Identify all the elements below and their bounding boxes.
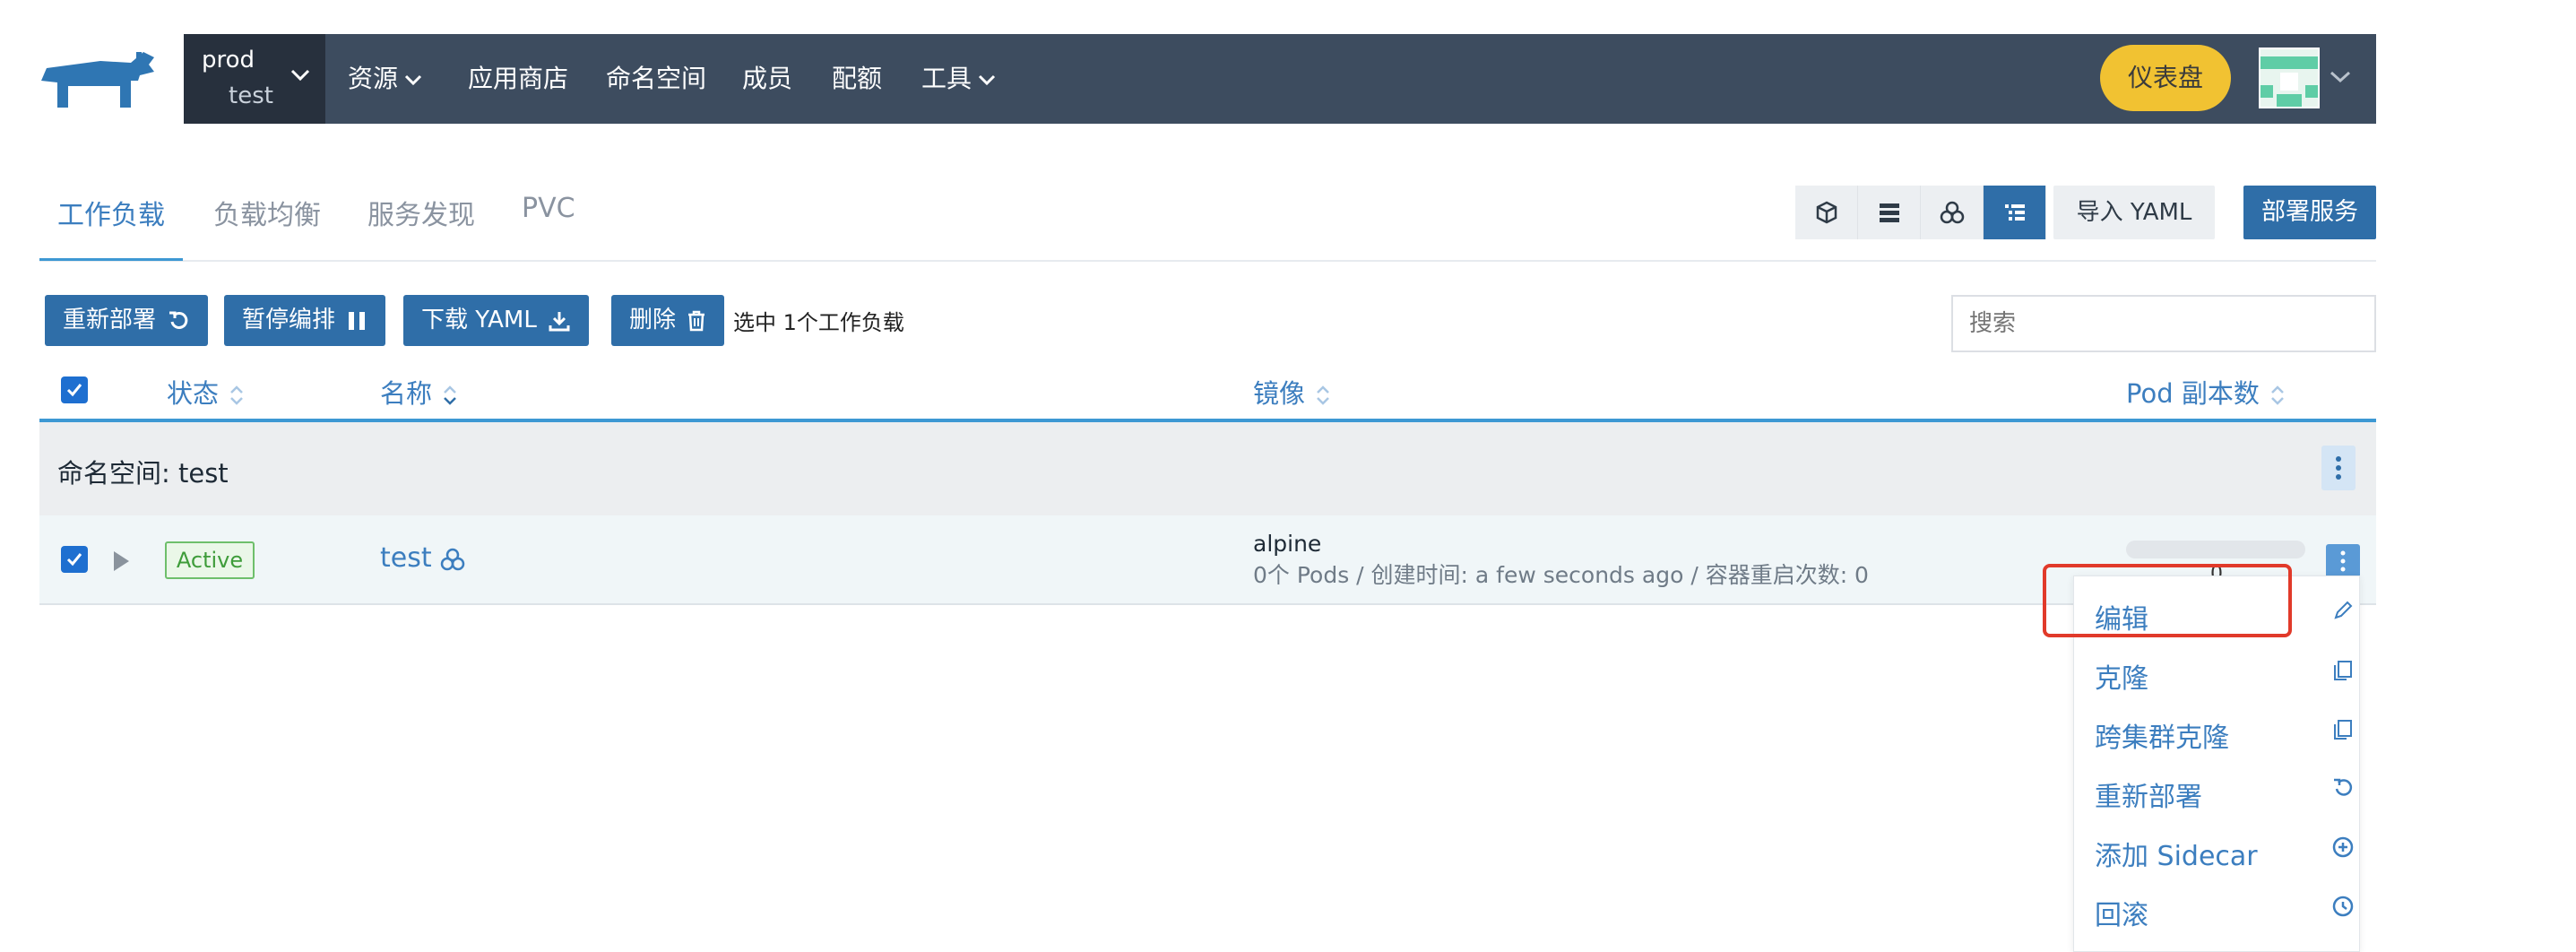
copy-icon bbox=[2334, 720, 2352, 740]
delete-button[interactable]: 删除 bbox=[611, 295, 725, 346]
download-yaml-label: 下载 YAML bbox=[421, 307, 537, 333]
plus-circle-icon bbox=[2332, 836, 2354, 858]
deploy-service-button[interactable]: 部署服务 bbox=[2243, 186, 2376, 239]
image-name: alpine bbox=[1253, 531, 1322, 557]
active-tab-indicator bbox=[39, 258, 183, 261]
column-name-label: 名称 bbox=[380, 378, 433, 409]
list-icon bbox=[2004, 204, 2025, 221]
server-icon bbox=[1879, 203, 1899, 222]
chevron-down-icon bbox=[978, 74, 996, 86]
view-list-toggle[interactable] bbox=[1984, 186, 2046, 239]
sort-icon bbox=[2270, 385, 2284, 405]
pod-progress-bar bbox=[2126, 541, 2305, 558]
rancher-logo[interactable] bbox=[38, 45, 163, 113]
more-vertical-icon bbox=[2340, 550, 2346, 572]
group-actions-button[interactable] bbox=[2321, 446, 2356, 490]
workload-name-link[interactable]: test bbox=[380, 542, 466, 574]
menu-item-add-sidecar-label: 添加 Sidecar bbox=[2095, 841, 2258, 872]
column-image-label: 镜像 bbox=[1253, 378, 1306, 409]
checkmark-icon bbox=[66, 384, 82, 397]
view-service-toggle[interactable] bbox=[1921, 186, 1984, 239]
nav-quotas[interactable]: 配额 bbox=[832, 34, 882, 124]
menu-item-rollback[interactable]: 回滚 bbox=[2095, 884, 2355, 938]
column-name[interactable]: 名称 bbox=[380, 373, 459, 411]
column-pod-replicas-label: Pod 副本数 bbox=[2126, 378, 2260, 409]
row-actions-button[interactable] bbox=[2326, 544, 2360, 578]
nav-namespaces[interactable]: 命名空间 bbox=[606, 34, 706, 124]
services-icon bbox=[440, 548, 464, 570]
trash-icon bbox=[688, 310, 705, 331]
chevron-down-icon bbox=[404, 74, 422, 86]
pause-icon bbox=[349, 311, 366, 330]
menu-item-cross-cluster-clone-label: 跨集群克隆 bbox=[2095, 723, 2229, 754]
tabs-divider bbox=[39, 260, 2376, 262]
checkmark-icon bbox=[66, 553, 82, 567]
tab-load-balancing[interactable]: 负载均衡 bbox=[213, 193, 321, 232]
nav-resources[interactable]: 资源 bbox=[348, 34, 423, 124]
namespace-group-label: 命名空间: test bbox=[57, 458, 229, 489]
row-checkbox[interactable] bbox=[61, 546, 88, 573]
tab-workloads[interactable]: 工作负载 bbox=[57, 193, 165, 232]
chevron-down-icon[interactable] bbox=[2329, 70, 2352, 84]
download-icon bbox=[549, 311, 570, 331]
select-all-checkbox[interactable] bbox=[61, 376, 88, 403]
cube-icon bbox=[1816, 201, 1837, 224]
view-cube-toggle[interactable] bbox=[1795, 186, 1858, 239]
sort-icon bbox=[444, 385, 456, 405]
tab-service-discovery[interactable]: 服务发现 bbox=[367, 193, 475, 232]
project-name: test bbox=[229, 82, 273, 109]
history-icon bbox=[2332, 896, 2354, 917]
redeploy-button[interactable]: 重新部署 bbox=[45, 295, 209, 346]
services-icon bbox=[1940, 201, 1964, 224]
sort-icon bbox=[1317, 385, 1329, 405]
column-image[interactable]: 镜像 bbox=[1253, 373, 1332, 411]
more-vertical-icon bbox=[2336, 456, 2341, 480]
menu-item-clone[interactable]: 克隆 bbox=[2095, 647, 2355, 701]
expand-row-icon[interactable] bbox=[111, 550, 131, 573]
menu-item-add-sidecar[interactable]: 添加 Sidecar bbox=[2095, 825, 2355, 878]
view-node-toggle[interactable] bbox=[1858, 186, 1921, 239]
nav-tools-label: 工具 bbox=[921, 64, 972, 93]
edit-highlight-box bbox=[2043, 564, 2292, 637]
menu-item-cross-cluster-clone[interactable]: 跨集群克隆 bbox=[2095, 706, 2355, 760]
copy-icon bbox=[2334, 661, 2352, 680]
import-yaml-button[interactable]: 导入 YAML bbox=[2053, 186, 2215, 239]
redeploy-icon bbox=[169, 311, 188, 329]
workload-name-label: test bbox=[380, 542, 432, 574]
chevron-down-icon bbox=[290, 69, 310, 82]
avatar[interactable] bbox=[2259, 48, 2320, 108]
dashboard-button[interactable]: 仪表盘 bbox=[2100, 45, 2231, 111]
menu-item-rollback-label: 回滚 bbox=[2095, 900, 2148, 931]
selection-count: 选中 1个工作负载 bbox=[733, 310, 904, 335]
tab-pvc[interactable]: PVC bbox=[522, 193, 575, 224]
menu-item-redeploy-label: 重新部署 bbox=[2095, 782, 2202, 813]
menu-item-redeploy[interactable]: 重新部署 bbox=[2095, 766, 2355, 819]
cluster-name: prod bbox=[202, 47, 255, 74]
column-status-label: 状态 bbox=[167, 378, 220, 409]
nav-members[interactable]: 成员 bbox=[742, 34, 792, 124]
column-status[interactable]: 状态 bbox=[167, 373, 246, 411]
download-yaml-button[interactable]: 下载 YAML bbox=[403, 295, 589, 346]
status-badge: Active bbox=[165, 541, 255, 579]
pencil-icon bbox=[2334, 601, 2353, 619]
nav-app-store[interactable]: 应用商店 bbox=[468, 34, 568, 124]
nav-resources-label: 资源 bbox=[348, 64, 399, 93]
nav-tools[interactable]: 工具 bbox=[921, 34, 997, 124]
column-pod-replicas[interactable]: Pod 副本数 bbox=[2126, 373, 2286, 411]
workload-meta: 0个 Pods / 创建时间: a few seconds ago / 容器重启… bbox=[1253, 562, 1869, 588]
sort-icon bbox=[230, 385, 243, 405]
delete-label: 删除 bbox=[629, 307, 677, 333]
pause-label: 暂停编排 bbox=[242, 307, 336, 333]
search-input[interactable] bbox=[1951, 295, 2376, 352]
menu-item-clone-label: 克隆 bbox=[2095, 663, 2148, 695]
pause-orchestration-button[interactable]: 暂停编排 bbox=[224, 295, 386, 346]
namespace-group-row bbox=[39, 422, 2376, 515]
redeploy-icon bbox=[2334, 778, 2353, 796]
cluster-project-switcher[interactable]: prod test bbox=[184, 34, 325, 124]
redeploy-label: 重新部署 bbox=[63, 307, 157, 333]
